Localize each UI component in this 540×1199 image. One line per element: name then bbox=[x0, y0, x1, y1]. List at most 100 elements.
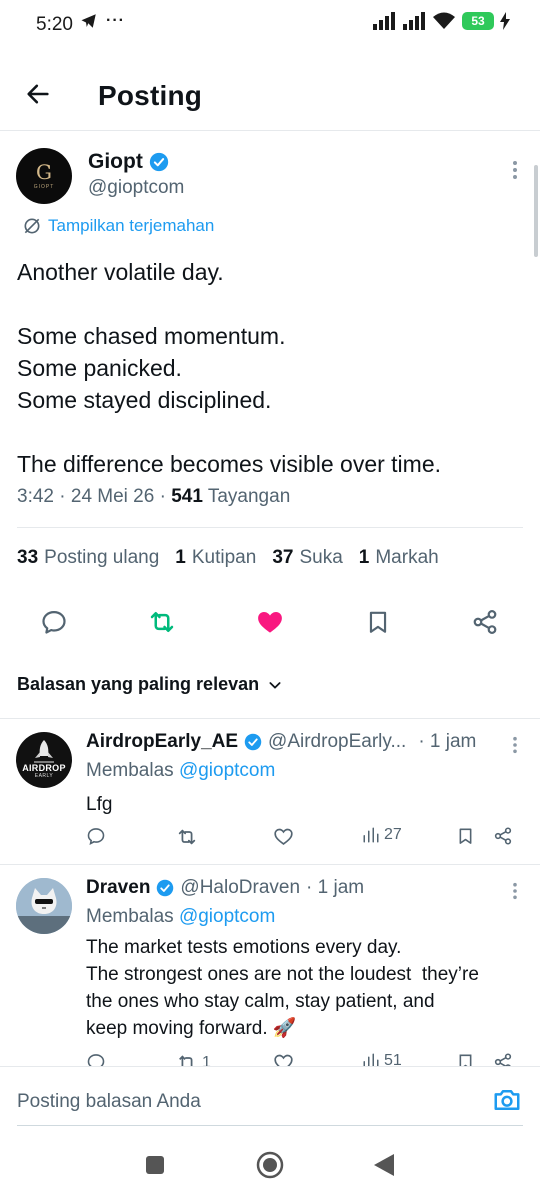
replying-to-link[interactable]: @gioptcom bbox=[179, 906, 275, 927]
views-label[interactable]: Tayangan bbox=[208, 486, 290, 507]
avatar-logo-letter: G bbox=[36, 160, 52, 184]
reply-item[interactable]: AIRDROP EARLY AirdropEarly_AE @AirdropEa… bbox=[0, 718, 540, 864]
views-chart-icon bbox=[363, 827, 379, 843]
battery-indicator: 53 bbox=[462, 12, 494, 30]
more-options-button[interactable] bbox=[512, 160, 518, 185]
reply-share-button[interactable] bbox=[493, 1052, 513, 1066]
scrollbar[interactable] bbox=[534, 165, 538, 257]
bookmark-button[interactable] bbox=[362, 606, 394, 638]
tweet-meta: 3:42 · 24 Mei 26 · 541 Tayangan bbox=[17, 486, 291, 507]
reply-icon bbox=[87, 828, 105, 845]
share-button[interactable] bbox=[469, 606, 501, 638]
reply-actions: 1 51 bbox=[86, 1052, 526, 1066]
reply-bookmark-button[interactable] bbox=[456, 1052, 475, 1066]
notification-more: ··· bbox=[106, 12, 125, 29]
rocket-logo-icon bbox=[17, 733, 71, 787]
reply-more-button[interactable] bbox=[512, 882, 518, 905]
author-handle[interactable]: @gioptcom bbox=[88, 177, 184, 199]
reply-repost-button[interactable] bbox=[176, 826, 202, 848]
reply-sort-dropdown[interactable]: Balasan yang paling relevan bbox=[17, 674, 283, 695]
share-icon bbox=[494, 827, 512, 845]
replying-to: Membalas @gioptcom bbox=[86, 760, 275, 782]
reply-repost-button[interactable]: 1 bbox=[176, 1052, 211, 1066]
verified-badge-icon bbox=[157, 879, 174, 897]
like-button[interactable] bbox=[254, 606, 286, 638]
reply-more-button[interactable] bbox=[512, 736, 518, 759]
page-header: Posting bbox=[0, 62, 540, 128]
reply-actions: 27 bbox=[86, 826, 526, 856]
repost-button[interactable] bbox=[146, 606, 178, 638]
verified-badge-icon bbox=[149, 152, 168, 172]
tweet-time: 3:42 bbox=[17, 486, 54, 507]
reply-button[interactable] bbox=[38, 606, 70, 638]
reply-text: The market tests emotions every day. The… bbox=[86, 934, 526, 1042]
camera-button[interactable] bbox=[492, 1085, 522, 1120]
author-name[interactable]: Giopt bbox=[88, 150, 143, 174]
reposts-stat[interactable]: 33 Posting ulang bbox=[17, 547, 159, 569]
engagement-stats: 33 Posting ulang 1 Kutipan 37 Suka 1 Markah bbox=[17, 547, 439, 569]
tweet-line: Some panicked. bbox=[17, 355, 182, 381]
header-divider bbox=[0, 130, 540, 131]
replying-to: Membalas @gioptcom bbox=[86, 906, 275, 928]
camera-icon bbox=[494, 1090, 520, 1110]
reply-icon bbox=[42, 610, 66, 634]
status-right-icons: 53 bbox=[372, 12, 510, 30]
reply-input[interactable] bbox=[17, 1085, 467, 1119]
signal-icon-2 bbox=[403, 12, 425, 30]
reply-reply-button[interactable] bbox=[86, 826, 106, 846]
composer-underline bbox=[17, 1125, 523, 1126]
back-nav-button[interactable] bbox=[373, 1153, 395, 1182]
repost-icon bbox=[179, 1055, 193, 1066]
show-translation-link[interactable]: Tampilkan terjemahan bbox=[22, 216, 214, 236]
reply-time: · 1 jam bbox=[306, 877, 365, 898]
replying-to-link[interactable]: @gioptcom bbox=[179, 760, 275, 781]
show-translation-label[interactable]: Tampilkan terjemahan bbox=[48, 216, 214, 236]
avatar-brand-sub: EARLY bbox=[34, 773, 54, 779]
reply-author-handle[interactable]: @AirdropEarly... bbox=[268, 731, 406, 753]
author-name-row[interactable]: Giopt bbox=[88, 150, 169, 174]
reply-share-button[interactable] bbox=[493, 826, 513, 846]
more-vertical-icon bbox=[513, 882, 517, 900]
back-button[interactable] bbox=[20, 76, 56, 112]
telegram-icon bbox=[81, 14, 96, 28]
heart-icon bbox=[274, 828, 293, 845]
page-title: Posting bbox=[98, 80, 203, 111]
more-vertical-icon bbox=[513, 736, 517, 754]
replying-prefix: Membalas bbox=[86, 760, 174, 781]
reply-like-button[interactable] bbox=[273, 1052, 298, 1066]
tweet-line: Some chased momentum. bbox=[17, 323, 286, 349]
tweet-line bbox=[17, 416, 517, 448]
more-vertical-icon bbox=[513, 161, 517, 179]
bookmarks-stat[interactable]: 1 Markah bbox=[359, 547, 439, 569]
tweet-line: The difference becomes visible over time… bbox=[17, 451, 441, 477]
reply-author-name[interactable]: Draven bbox=[86, 877, 150, 899]
reply-item[interactable]: Draven @HaloDraven · 1 jam Membalas @gio… bbox=[0, 864, 540, 1066]
bookmark-icon bbox=[459, 1054, 472, 1066]
views-count[interactable]: 541 bbox=[171, 486, 203, 507]
quotes-stat[interactable]: 1 Kutipan bbox=[175, 547, 256, 569]
author-avatar[interactable]: G GIOPT bbox=[16, 148, 72, 204]
reply-reply-button[interactable] bbox=[86, 1052, 106, 1066]
likes-stat[interactable]: 37 Suka bbox=[272, 547, 342, 569]
reply-author-handle[interactable]: @HaloDraven bbox=[180, 877, 300, 899]
wifi-icon bbox=[433, 12, 455, 29]
recent-apps-button[interactable] bbox=[145, 1155, 165, 1180]
reply-avatar[interactable]: AIRDROP EARLY bbox=[16, 732, 72, 788]
home-button[interactable] bbox=[256, 1151, 284, 1184]
share-icon bbox=[473, 610, 497, 634]
reply-views-button[interactable]: 27 bbox=[362, 826, 402, 844]
reply-text: Lfg bbox=[86, 791, 526, 818]
reply-avatar[interactable] bbox=[16, 878, 72, 934]
reply-line: keep moving forward. 🚀 bbox=[86, 1018, 297, 1039]
home-circle-icon bbox=[256, 1151, 284, 1179]
tweet-line: Some stayed disciplined. bbox=[17, 387, 272, 413]
reply-views-button[interactable]: 51 bbox=[362, 1052, 402, 1066]
reply-author-name[interactable]: AirdropEarly_AE bbox=[86, 731, 238, 753]
share-icon bbox=[494, 1053, 512, 1066]
avatar-logo-sub: GIOPT bbox=[33, 184, 55, 190]
reply-time: · 1 jam bbox=[418, 731, 477, 752]
reply-bookmark-button[interactable] bbox=[456, 826, 475, 846]
reply-header: AirdropEarly_AE @AirdropEarly... · 1 jam bbox=[86, 731, 506, 753]
square-icon bbox=[146, 1156, 164, 1174]
reply-like-button[interactable] bbox=[273, 826, 298, 847]
